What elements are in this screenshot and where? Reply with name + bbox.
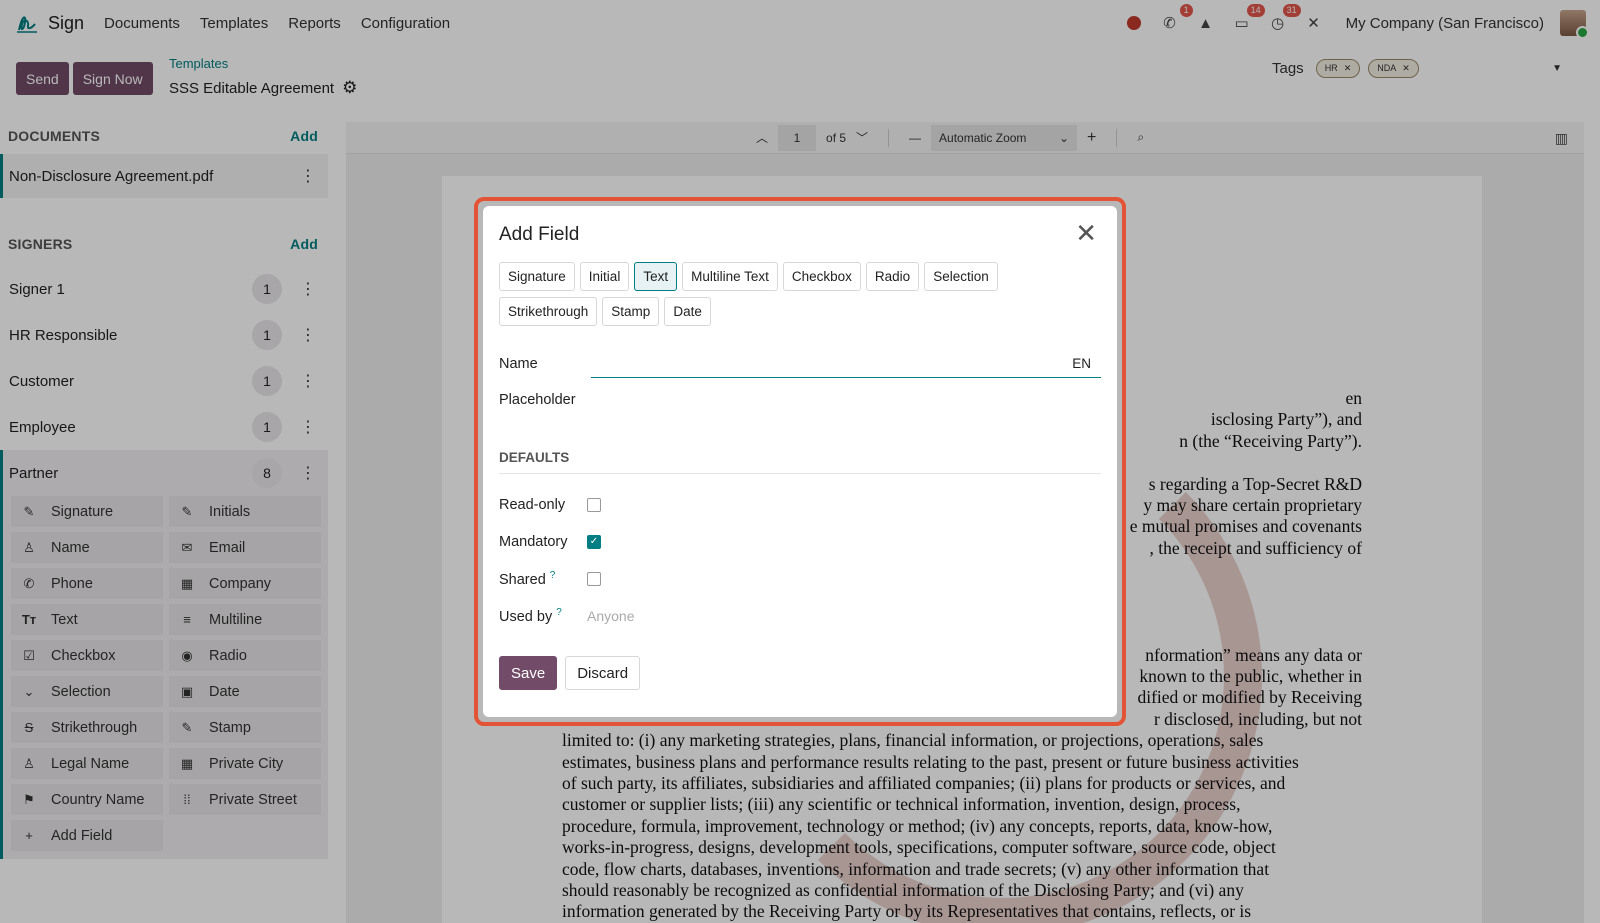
close-icon[interactable]: ✕ (1075, 220, 1097, 246)
type-strikethrough[interactable]: Strikethrough (499, 297, 598, 326)
used-by-row: Used by? Anyone (499, 606, 635, 625)
type-initial[interactable]: Initial (579, 262, 630, 291)
type-checkbox[interactable]: Checkbox (782, 262, 861, 291)
mandatory-row: Mandatory ✓ (499, 523, 1101, 560)
name-label: Name (499, 356, 538, 372)
name-input[interactable]: EN (591, 350, 1101, 378)
help-icon[interactable]: ? (550, 570, 556, 581)
readonly-checkbox[interactable] (587, 497, 601, 512)
dialog-title: Add Field (499, 224, 580, 245)
type-selection[interactable]: Selection (924, 262, 998, 291)
save-button[interactable]: Save (499, 656, 558, 690)
placeholder-row: Placeholder (499, 382, 1101, 418)
defaults-section-title: DEFAULTS (499, 450, 1101, 474)
shared-row: Shared? (499, 560, 1101, 597)
type-date[interactable]: Date (664, 297, 711, 326)
placeholder-label: Placeholder (499, 392, 576, 408)
used-by-input[interactable]: Anyone (587, 608, 634, 624)
mandatory-checkbox[interactable]: ✓ (587, 534, 601, 549)
readonly-row: Read-only (499, 486, 1101, 523)
add-field-dialog: Add Field ✕ Signature Initial Text Multi… (483, 206, 1117, 717)
check-icon: ✓ (589, 536, 599, 547)
type-radio[interactable]: Radio (865, 262, 920, 291)
type-signature[interactable]: Signature (499, 262, 575, 291)
help-icon[interactable]: ? (556, 607, 562, 618)
type-multiline-text[interactable]: Multiline Text (682, 262, 778, 291)
placeholder-input[interactable] (591, 386, 1101, 414)
type-text[interactable]: Text (634, 262, 678, 291)
name-row: Name EN (499, 346, 1101, 382)
language-button[interactable]: EN (1072, 356, 1091, 371)
dialog-footer: Save Discard (499, 656, 641, 690)
discard-button[interactable]: Discard (565, 656, 641, 690)
shared-checkbox[interactable] (587, 571, 601, 586)
type-stamp[interactable]: Stamp (602, 297, 660, 326)
field-type-selector: Signature Initial Text Multiline Text Ch… (499, 262, 1099, 326)
